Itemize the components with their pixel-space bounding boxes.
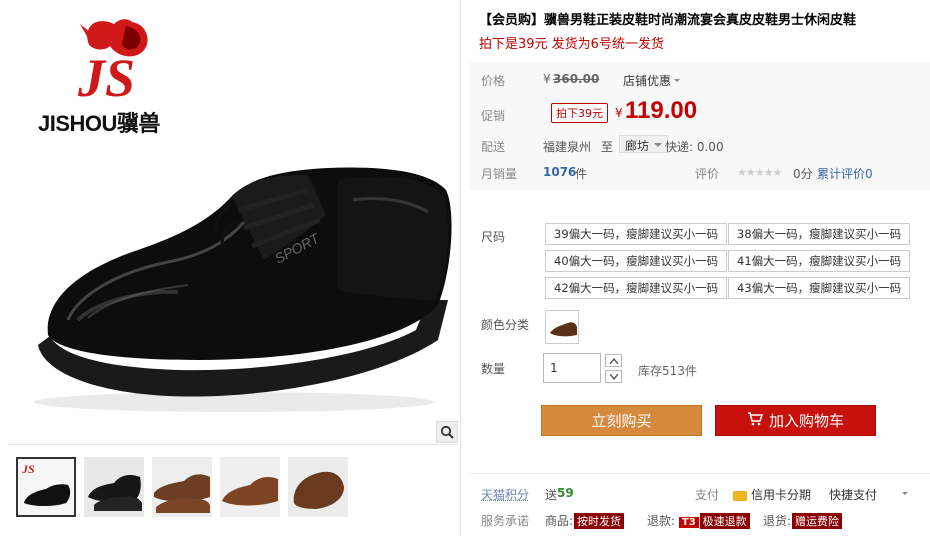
svg-text:JS: JS <box>21 462 35 476</box>
promo-label: 促销 <box>481 109 506 123</box>
chevron-down-icon <box>609 373 618 380</box>
thumbnail-1[interactable]: JS <box>16 457 76 517</box>
quantity-increase-button[interactable] <box>605 354 622 367</box>
size-option-43[interactable]: 43偏大一码，瘦脚建议买小一码 <box>728 277 911 299</box>
size-option-40[interactable]: 40偏大一码，瘦脚建议买小一码 <box>545 250 728 272</box>
delivery-city-select[interactable]: 廊坊 <box>619 135 669 153</box>
delivery-to-word: 至 <box>601 140 614 154</box>
size-option-38[interactable]: 38偏大一码，瘦脚建议买小一码 <box>728 223 911 245</box>
tmall-points-label[interactable]: 天猫积分 <box>481 486 529 503</box>
payment-more-button[interactable] <box>899 487 908 501</box>
thumbnail-5[interactable] <box>288 457 348 517</box>
shoe-image: SPORT <box>34 167 452 412</box>
product-subtitle: 拍下是39元 发货为6号统一发货 <box>479 37 664 52</box>
rating-score: 0分 <box>793 167 813 181</box>
sales-label: 月销量 <box>481 167 518 181</box>
promo-price: 119.00 <box>625 97 698 124</box>
sales-unit: 件 <box>575 167 588 181</box>
product-title: 【会员购】骥兽男鞋正装皮鞋时尚潮流宴会真皮皮鞋男士休闲皮鞋 <box>479 13 857 28</box>
size-label: 尺码 <box>481 230 506 244</box>
size-option-41[interactable]: 41偏大一码，瘦脚建议买小一码 <box>728 250 911 272</box>
divider <box>469 473 930 474</box>
cart-icon <box>747 406 764 437</box>
price-yen: ¥ <box>543 72 551 86</box>
main-product-photo[interactable]: JS JISHOU骥兽 SPORT <box>8 0 460 444</box>
chevron-down-icon <box>902 491 908 498</box>
payment-label: 支付 <box>695 488 720 502</box>
add-to-cart-label: 加入购物车 <box>768 412 844 430</box>
delivery-label: 配送 <box>481 140 506 154</box>
review-label: 评价 <box>695 167 720 181</box>
review-count-link[interactable]: 累计评价0 <box>817 165 873 182</box>
zoom-icon <box>440 425 454 439</box>
product-info-panel: 【会员购】骥兽男鞋正装皮鞋时尚潮流宴会真皮皮鞋男士休闲皮鞋 拍下是39元 发货为… <box>460 0 930 536</box>
sales-count: 1076 <box>543 165 577 179</box>
service-return: 退货: 赠运费险 <box>763 512 843 529</box>
points-value: 59 <box>557 486 574 500</box>
buy-now-button[interactable]: 立刻购买 <box>541 405 702 436</box>
thumbnail-strip: JS <box>8 444 460 536</box>
shop-discount-dropdown[interactable]: 店铺优惠 <box>623 72 681 89</box>
chevron-down-icon <box>674 78 681 85</box>
credit-card-icon <box>733 490 747 501</box>
original-price: 360.00 <box>553 72 600 86</box>
star-icon: ★★★★★ <box>737 166 782 179</box>
express-fee: 快递: 0.00 <box>665 140 724 154</box>
stock-text: 库存513件 <box>638 364 697 378</box>
promo-yen: ¥ <box>615 106 623 120</box>
rating-stars: ★★★★★ <box>737 166 782 179</box>
color-label: 颜色分类 <box>481 318 530 332</box>
credit-installment[interactable]: 信用卡分期 <box>733 486 811 503</box>
size-option-39[interactable]: 39偏大一码，瘦脚建议买小一码 <box>545 223 728 245</box>
quantity-decrease-button[interactable] <box>605 370 622 383</box>
delivery-from: 福建泉州 <box>543 140 592 154</box>
quantity-label: 数量 <box>481 362 506 376</box>
service-label: 服务承诺 <box>481 514 530 528</box>
price-label: 价格 <box>481 74 506 88</box>
color-swatch-brown[interactable] <box>545 310 579 344</box>
service-goods: 商品: 按时发货 <box>545 512 625 529</box>
thumbnail-3[interactable] <box>152 457 212 517</box>
zoom-button[interactable] <box>436 421 458 443</box>
service-refund: 退款: T3 极速退款 <box>647 512 750 529</box>
thumbnail-4[interactable] <box>220 457 280 517</box>
add-to-cart-button[interactable]: 加入购物车 <box>715 405 876 436</box>
thumbnail-2[interactable] <box>84 457 144 517</box>
express-pay: 快捷支付 <box>829 488 878 502</box>
product-gallery: JS JISHOU骥兽 SPORT JS <box>8 0 460 536</box>
quantity-input[interactable]: 1 <box>543 353 601 383</box>
promo-tag: 拍下39元 <box>551 103 608 123</box>
chevron-up-icon <box>609 357 618 364</box>
points-prefix: 送 <box>545 488 558 502</box>
size-option-42[interactable]: 42偏大一码，瘦脚建议买小一码 <box>545 277 728 299</box>
